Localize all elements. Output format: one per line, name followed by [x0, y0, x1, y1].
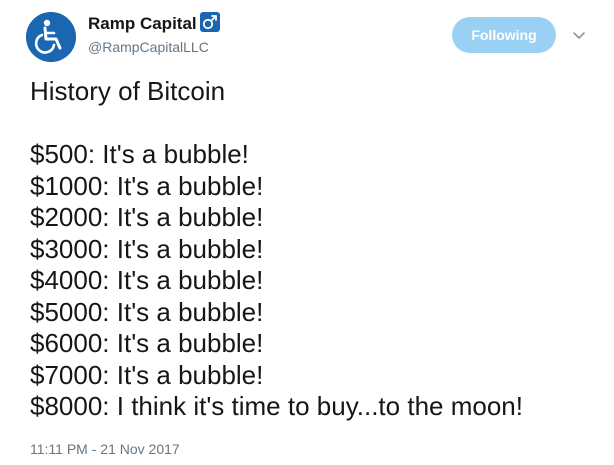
tweet-line: $4000: It's a bubble!	[30, 265, 264, 295]
tweet-line: $6000: It's a bubble!	[30, 328, 264, 358]
tweet-card: Ramp Capital @RampCapitalLLC Following H…	[0, 0, 614, 465]
author-handle[interactable]: @RampCapitalLLC	[88, 38, 209, 56]
tweet-line-spacer	[30, 108, 600, 140]
tweet-line: $1000: It's a bubble!	[30, 170, 264, 201]
tweet-line: $3000: It's a bubble!	[30, 233, 264, 264]
author-name-row[interactable]: Ramp Capital	[88, 12, 220, 35]
tweet-timestamp[interactable]: 11:11 PM - 21 Nov 2017	[30, 440, 180, 458]
tweet-line: $5000: It's a bubble!	[30, 296, 264, 327]
tweet-line: $500: It's a bubble!	[30, 139, 249, 169]
tweet-line: $2000: It's a bubble!	[30, 202, 264, 232]
tweet-line: History of Bitcoin	[30, 76, 226, 106]
chevron-down-icon[interactable]	[570, 26, 588, 44]
tweet-line: $8000: I think it's time to buy...to the…	[30, 391, 523, 421]
male-sign-emoji-icon	[199, 12, 220, 32]
following-button[interactable]: Following	[452, 17, 556, 53]
tweet-text: History of Bitcoin $500: It's a bubble! …	[30, 76, 600, 423]
avatar[interactable]	[26, 12, 76, 62]
tweet-line: $7000: It's a bubble!	[30, 359, 264, 390]
wheelchair-icon	[26, 12, 76, 62]
author-display-name[interactable]: Ramp Capital	[88, 13, 197, 35]
